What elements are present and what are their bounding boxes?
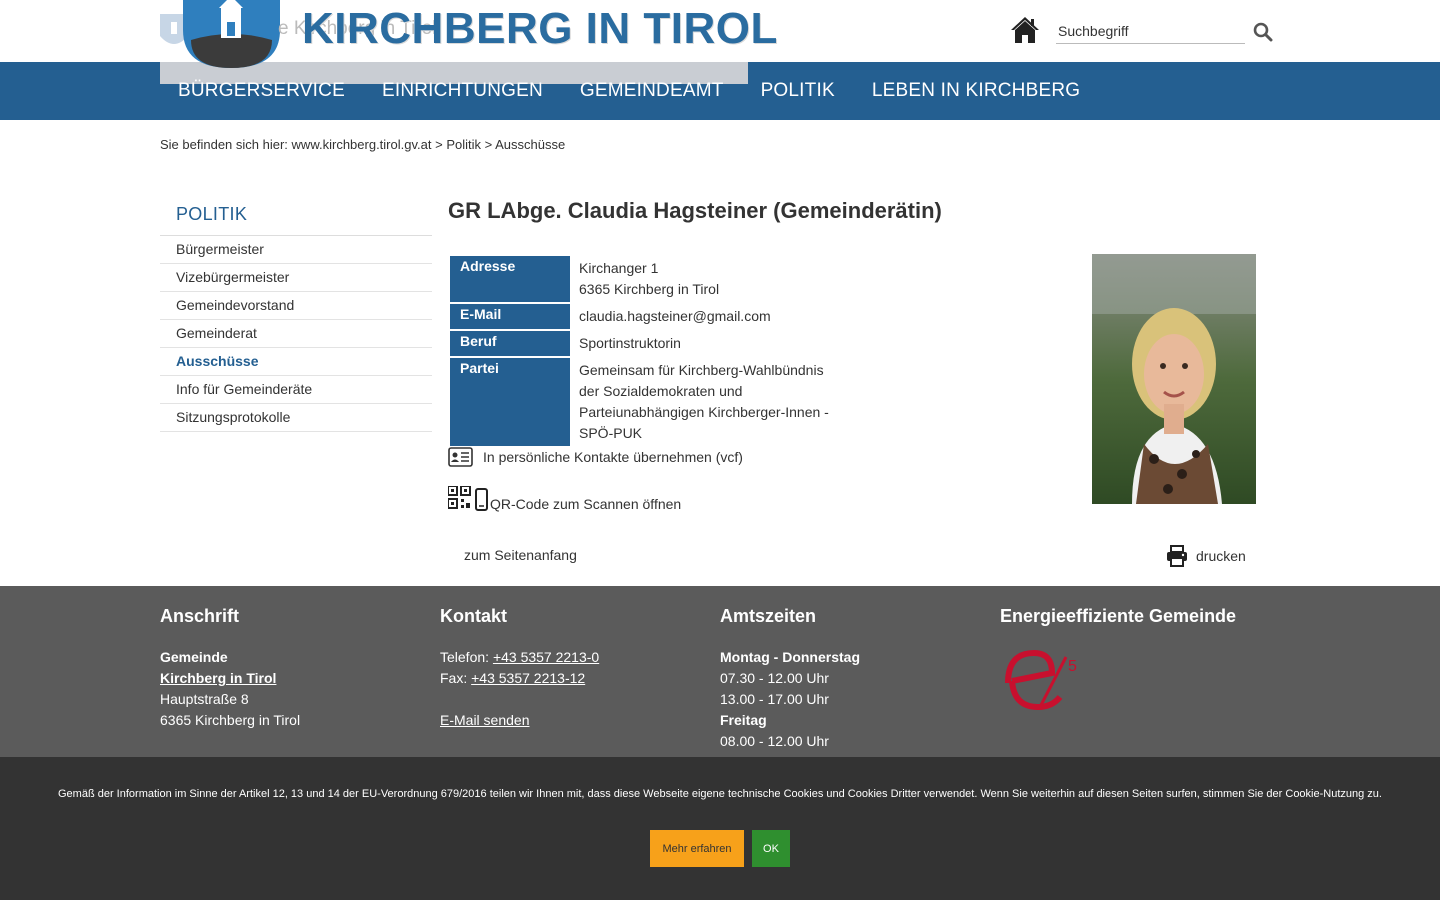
detail-row-address: Adresse Kirchanger 1 6365 Kirchberg in T… <box>450 256 838 302</box>
address-value: Kirchanger 1 6365 Kirchberg in Tirol <box>572 256 838 302</box>
qr-code-link[interactable]: QR-Code zum Scannen öffnen <box>448 486 681 512</box>
email-send-link[interactable]: E-Mail senden <box>440 712 530 728</box>
sidebar-item-gemeindevorstand[interactable]: Gemeindevorstand <box>160 292 432 320</box>
back-to-top-link[interactable]: zum Seitenanfang <box>464 547 577 563</box>
footer-hours-column: Amtszeiten Montag - Donnerstag 07.30 - 1… <box>720 606 990 752</box>
job-label: Beruf <box>450 331 570 356</box>
person-details-table: Adresse Kirchanger 1 6365 Kirchberg in T… <box>448 254 840 448</box>
coat-of-arms-logo[interactable] <box>183 0 280 68</box>
nav-item-leben-in-kirchberg[interactable]: LEBEN IN KIRCHBERG <box>872 80 1080 102</box>
email-value[interactable]: claudia.hagsteiner@gmail.com <box>572 304 838 329</box>
qr-code-icon <box>448 486 488 511</box>
detail-row-party: Partei Gemeinsam für Kirchberg-Wahlbündn… <box>450 358 838 446</box>
sidebar-item-gemeinderat[interactable]: Gemeinderat <box>160 320 432 348</box>
hours-time: 13.00 - 17.00 Uhr <box>720 691 829 707</box>
party-line: der Sozialdemokraten und <box>579 383 743 399</box>
party-line: Gemeinsam für Kirchberg-Wahlbündnis <box>579 362 824 378</box>
sidebar-title: POLITIK <box>160 196 432 236</box>
footer-municipality-link[interactable]: Kirchberg in Tirol <box>160 670 276 686</box>
email-label: E-Mail <box>450 304 570 329</box>
nav-item-politik[interactable]: POLITIK <box>761 80 835 102</box>
footer-energy-column: Energieeffiziente Gemeinde 5 <box>1000 606 1270 719</box>
nav-item-gemeindeamt[interactable]: GEMEINDEAMT <box>580 80 724 102</box>
search-input[interactable] <box>1056 18 1245 44</box>
svg-text:5: 5 <box>1068 658 1077 675</box>
portrait-photo <box>1092 254 1256 504</box>
sidebar-item-info-gemeinderaete[interactable]: Info für Gemeinderäte <box>160 376 432 404</box>
vcf-label: In persönliche Kontakte übernehmen (vcf) <box>483 449 743 465</box>
breadcrumb-current: Ausschüsse <box>495 137 566 152</box>
printer-icon <box>1167 545 1187 567</box>
sidebar-item-vizebuergermeister[interactable]: Vizebürgermeister <box>160 264 432 292</box>
nav-item-einrichtungen[interactable]: EINRICHTUNGEN <box>382 80 543 102</box>
phone-link[interactable]: +43 5357 2213-0 <box>493 649 599 665</box>
footer-contact-heading: Kontakt <box>440 606 507 626</box>
address-line: 6365 Kirchberg in Tirol <box>579 281 720 297</box>
sidebar-item-sitzungsprotokolle[interactable]: Sitzungsprotokolle <box>160 404 432 432</box>
job-value: Sportinstruktorin <box>579 335 681 351</box>
print-link[interactable]: drucken <box>1166 545 1246 567</box>
breadcrumb-home[interactable]: www.kirchberg.tirol.gv.at <box>292 137 432 152</box>
hours-time: 07.30 - 12.00 Uhr <box>720 670 829 686</box>
e5-logo-icon[interactable]: 5 <box>1000 647 1080 713</box>
breadcrumb-section[interactable]: Politik <box>446 137 481 152</box>
vcf-download-link[interactable]: In persönliche Kontakte übernehmen (vcf) <box>448 447 743 467</box>
detail-row-job: Beruf Sportinstruktorin <box>450 331 838 356</box>
hours-days: Freitag <box>720 712 767 728</box>
main-nav: BÜRGERSERVICE EINRICHTUNGEN GEMEINDEAMT … <box>0 62 1440 120</box>
site-title[interactable]: KIRCHBERG IN TIROL <box>302 4 778 54</box>
cookie-more-button[interactable]: Mehr erfahren <box>650 830 744 867</box>
qr-label: QR-Code zum Scannen öffnen <box>490 496 682 512</box>
footer-hours-heading: Amtszeiten <box>720 606 817 626</box>
detail-row-email: E-Mail claudia.hagsteiner@gmail.com <box>450 304 838 329</box>
page-title: GR LAbge. Claudia Hagsteiner (Gemeinderä… <box>448 198 942 223</box>
breadcrumb: Sie befinden sich hier: www.kirchberg.ti… <box>160 137 565 152</box>
sidebar-item-ausschuesse[interactable]: Ausschüsse <box>160 348 432 376</box>
nav-item-buergerservice[interactable]: BÜRGERSERVICE <box>178 80 345 102</box>
cookie-ok-button[interactable]: OK <box>752 830 790 867</box>
fax-link[interactable]: +43 5357 2213-12 <box>471 670 585 686</box>
cookie-text: Gemäß der Information im Sinne der Artik… <box>58 788 1382 800</box>
footer-address-line: 6365 Kirchberg in Tirol <box>160 712 301 728</box>
phone-label: Telefon: <box>440 649 490 665</box>
home-icon[interactable] <box>1010 16 1040 44</box>
footer-address-heading: Anschrift <box>160 606 240 626</box>
contact-card-icon <box>448 447 473 467</box>
hours-days: Montag - Donnerstag <box>720 649 860 665</box>
sidebar-item-buergermeister[interactable]: Bürgermeister <box>160 236 432 264</box>
breadcrumb-separator: > <box>435 137 443 152</box>
hours-time: 08.00 - 12.00 Uhr <box>720 733 829 749</box>
footer-energy-heading: Energieeffiziente Gemeinde <box>1000 606 1237 626</box>
cookie-banner: Gemäß der Information im Sinne der Artik… <box>0 757 1440 900</box>
address-label: Adresse <box>450 256 570 302</box>
address-line: Kirchanger 1 <box>579 260 659 276</box>
breadcrumb-prefix: Sie befinden sich hier: <box>160 137 288 152</box>
footer-address-line: Gemeinde <box>160 649 228 665</box>
party-line: SPÖ-PUK <box>579 425 643 441</box>
sidebar: POLITIK Bürgermeister Vizebürgermeister … <box>160 196 432 432</box>
party-value: Gemeinsam für Kirchberg-Wahlbündnis der … <box>572 358 838 446</box>
footer-address-column: Anschrift Gemeinde Kirchberg in Tirol Ha… <box>160 606 430 731</box>
breadcrumb-separator: > <box>484 137 493 152</box>
party-label: Partei <box>450 358 570 446</box>
party-line: Parteiunabhängigen Kirchberger-Innen - <box>579 404 829 420</box>
print-label: drucken <box>1196 548 1246 564</box>
footer-contact-column: Kontakt Telefon: +43 5357 2213-0 Fax: +4… <box>440 606 710 731</box>
footer-address-line: Hauptstraße 8 <box>160 691 249 707</box>
fax-label: Fax: <box>440 670 468 686</box>
search-icon[interactable] <box>1253 22 1273 42</box>
